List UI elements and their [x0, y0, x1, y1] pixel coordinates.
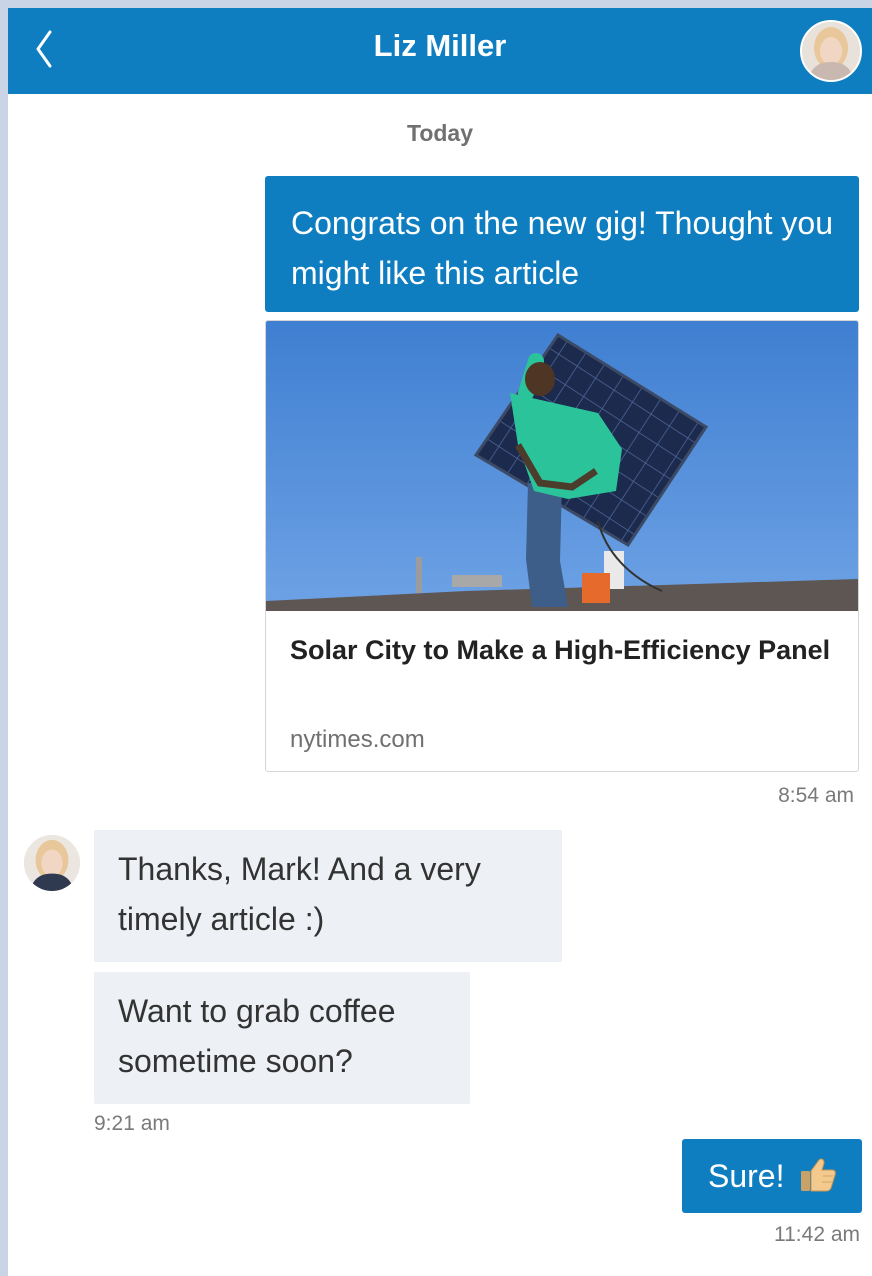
thumbs-up-icon	[801, 1158, 837, 1192]
article-source: nytimes.com	[290, 726, 425, 753]
article-title: Solar City to Make a High-Efficiency Pan…	[290, 635, 831, 665]
message-text: Congrats on the new gig! Thought you mig…	[291, 205, 833, 291]
incoming-message: Thanks, Mark! And a very timely article …	[94, 830, 562, 962]
message-timestamp: 8:54 am	[778, 784, 854, 807]
contact-avatar-header[interactable]	[800, 20, 862, 82]
outgoing-message: Sure!	[682, 1139, 862, 1213]
contact-avatar[interactable]	[24, 835, 80, 891]
date-divider: Today	[406, 120, 474, 146]
messaging-screen: Liz Miller Today Congrats on the new gig…	[8, 8, 872, 1276]
message-text: Sure!	[708, 1158, 785, 1194]
message-timestamp: 9:21 am	[94, 1112, 170, 1135]
incoming-message: Want to grab coffee sometime soon?	[94, 972, 470, 1104]
outgoing-message: Congrats on the new gig! Thought you mig…	[265, 176, 859, 312]
message-text: Thanks, Mark! And a very timely article …	[118, 851, 481, 937]
message-timestamp: 11:42 am	[774, 1223, 860, 1246]
shared-article-card[interactable]: Solar City to Make a High-Efficiency Pan…	[265, 320, 859, 772]
message-text: Want to grab coffee sometime soon?	[118, 993, 396, 1079]
contact-name: Liz Miller	[373, 28, 507, 63]
avatar	[24, 835, 80, 891]
avatar	[802, 22, 860, 80]
conversation-header: Liz Miller	[8, 8, 872, 94]
article-thumbnail	[266, 321, 858, 611]
